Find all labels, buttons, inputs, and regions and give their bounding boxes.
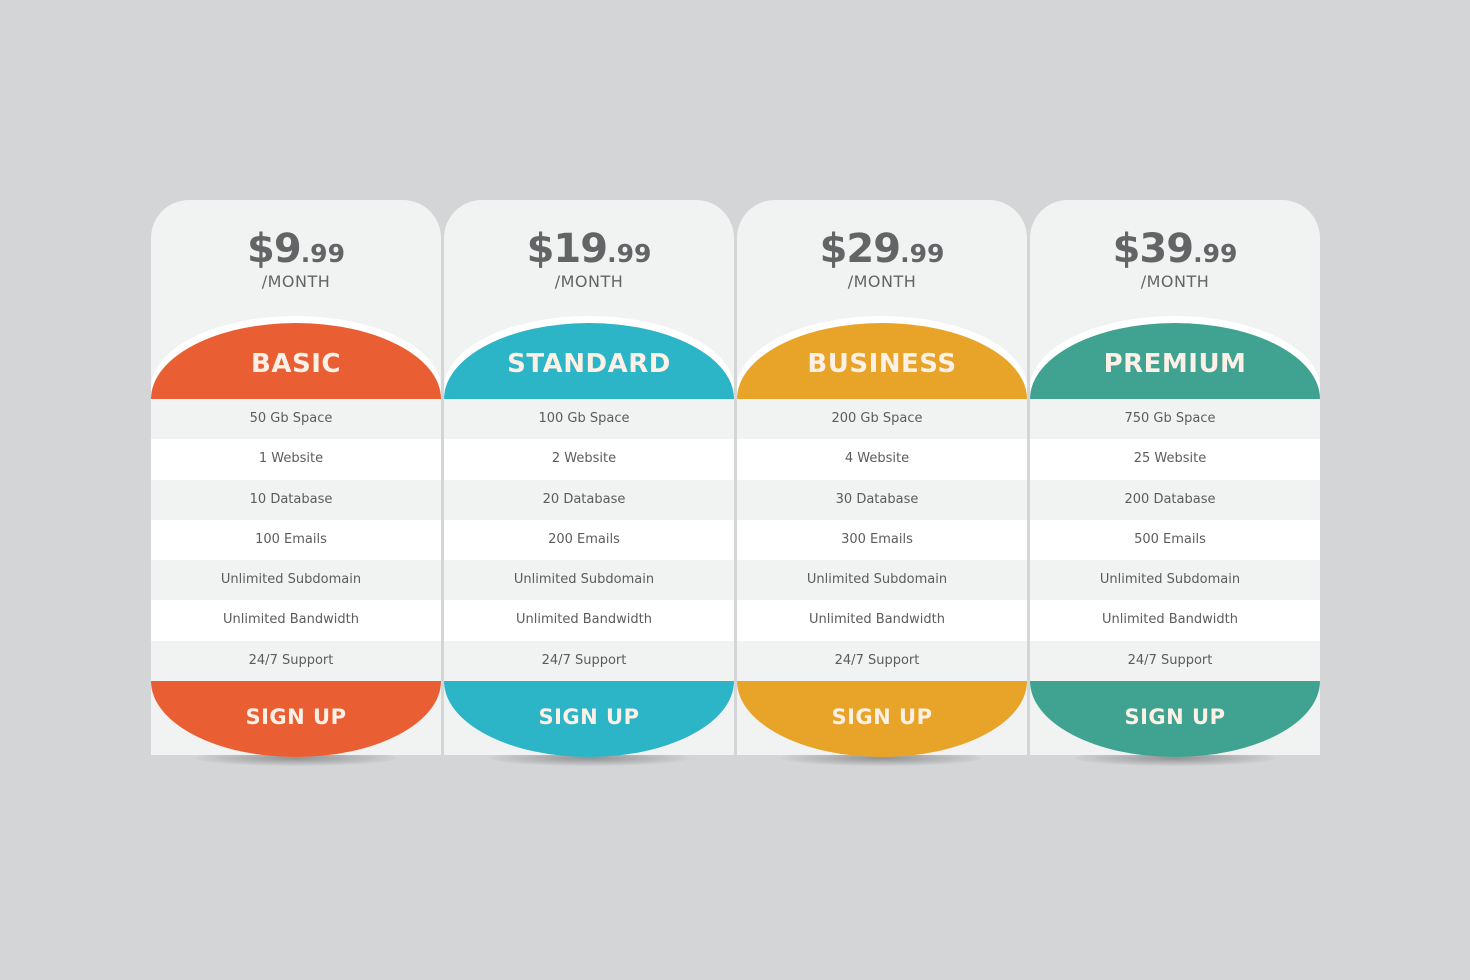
feature-item: 200 Emails: [444, 519, 734, 561]
feature-item: Unlimited Bandwidth: [151, 600, 441, 641]
price-main: $9: [247, 226, 302, 272]
feature-item: 200 Database: [1030, 479, 1320, 520]
price: $39.99: [1030, 226, 1320, 272]
feature-item: 24/7 Support: [444, 640, 734, 682]
feature-item: Unlimited Bandwidth: [444, 600, 734, 641]
card-body: $39.99 /MONTH PREMIUM 750 Gb Space 25 Web…: [1030, 200, 1320, 755]
card-body: $9.99 /MONTH BASIC 50 Gb Space 1 Website 1…: [151, 200, 441, 755]
price-main: $39: [1112, 226, 1194, 272]
plan-header: STANDARD: [444, 323, 734, 399]
feature-item: 100 Gb Space: [444, 399, 734, 440]
feature-list: 100 Gb Space 2 Website 20 Database 200 Emai…: [444, 399, 734, 682]
price: $29.99: [737, 226, 1027, 272]
plan-header: BUSINESS: [737, 323, 1027, 399]
plan-name: BASIC: [251, 349, 341, 379]
billing-period: /MONTH: [1140, 272, 1210, 291]
card-body: $19.99 /MONTH STANDARD 100 Gb Space 2 Web…: [444, 200, 734, 755]
price-cents: .99: [607, 239, 652, 268]
price-cents: .99: [1193, 239, 1238, 268]
feature-list: 50 Gb Space 1 Website 10 Database 100 Email…: [151, 399, 441, 682]
plan-name: PREMIUM: [1103, 349, 1247, 379]
feature-item: Unlimited Bandwidth: [737, 600, 1027, 641]
feature-item: 100 Emails: [151, 519, 441, 561]
pricing-card-business: $29.99 /MONTH BUSINESS 200 Gb Space 4 Web…: [737, 200, 1027, 768]
feature-item: 24/7 Support: [737, 640, 1027, 682]
price-main: $19: [526, 226, 608, 272]
feature-list: 200 Gb Space 4 Website 30 Database 300 Emai…: [737, 399, 1027, 682]
plan-header: PREMIUM: [1030, 323, 1320, 399]
pricing-table: $9.99 /MONTH BASIC 50 Gb Space 1 Website 1…: [151, 200, 1320, 768]
feature-item: 1 Website: [151, 439, 441, 480]
feature-item: 750 Gb Space: [1030, 399, 1320, 440]
feature-item: 30 Database: [737, 479, 1027, 520]
price-cents: .99: [300, 239, 345, 268]
plan-header: BASIC: [151, 323, 441, 399]
price: $19.99: [444, 226, 734, 272]
plan-name: STANDARD: [507, 349, 671, 379]
feature-item: 25 Website: [1030, 439, 1320, 480]
feature-item: 500 Emails: [1030, 519, 1320, 561]
billing-period: /MONTH: [847, 272, 917, 291]
sign-up-label: SIGN UP: [245, 705, 347, 729]
price-main: $29: [819, 226, 901, 272]
feature-item: 50 Gb Space: [151, 399, 441, 440]
billing-period: /MONTH: [554, 272, 624, 291]
feature-item: 300 Emails: [737, 519, 1027, 561]
feature-item: Unlimited Subdomain: [444, 560, 734, 601]
billing-period: /MONTH: [261, 272, 331, 291]
feature-item: 4 Website: [737, 439, 1027, 480]
price-cents: .99: [900, 239, 945, 268]
sign-up-label: SIGN UP: [1124, 705, 1226, 729]
pricing-card-premium: $39.99 /MONTH PREMIUM 750 Gb Space 25 Web…: [1030, 200, 1320, 768]
price: $9.99: [151, 226, 441, 272]
feature-item: Unlimited Subdomain: [737, 560, 1027, 601]
feature-item: 24/7 Support: [1030, 640, 1320, 682]
feature-item: Unlimited Subdomain: [1030, 560, 1320, 601]
feature-item: 24/7 Support: [151, 640, 441, 682]
feature-item: Unlimited Bandwidth: [1030, 600, 1320, 641]
feature-item: Unlimited Subdomain: [151, 560, 441, 601]
card-body: $29.99 /MONTH BUSINESS 200 Gb Space 4 Web…: [737, 200, 1027, 755]
plan-name: BUSINESS: [807, 349, 957, 379]
sign-up-label: SIGN UP: [538, 705, 640, 729]
pricing-card-basic: $9.99 /MONTH BASIC 50 Gb Space 1 Website 1…: [151, 200, 441, 768]
feature-item: 200 Gb Space: [737, 399, 1027, 440]
feature-item: 2 Website: [444, 439, 734, 480]
feature-item: 20 Database: [444, 479, 734, 520]
feature-list: 750 Gb Space 25 Website 200 Database 500 Em…: [1030, 399, 1320, 682]
pricing-card-standard: $19.99 /MONTH STANDARD 100 Gb Space 2 Web…: [444, 200, 734, 768]
sign-up-label: SIGN UP: [831, 705, 933, 729]
feature-item: 10 Database: [151, 479, 441, 520]
